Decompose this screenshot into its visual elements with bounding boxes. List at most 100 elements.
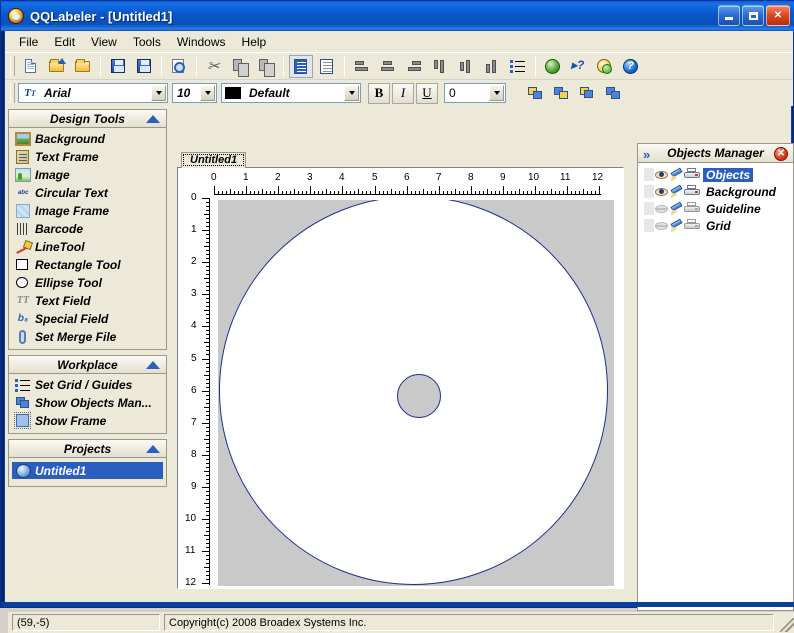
tool-rectangle[interactable]: Rectangle Tool: [9, 256, 166, 274]
design-tools-header[interactable]: Design Tools: [8, 109, 167, 128]
object-row-background[interactable]: Background: [638, 183, 793, 200]
workplace-show-objects-manager[interactable]: Show Objects Man...: [9, 394, 166, 412]
printer-icon[interactable]: [684, 168, 700, 181]
bring-forward-button[interactable]: [575, 82, 599, 105]
bold-button[interactable]: B: [368, 82, 390, 104]
new-document-button[interactable]: [19, 55, 43, 78]
main-toolbar: ✂ ▸? ?: [5, 52, 793, 79]
triangle-up-icon[interactable]: [146, 361, 160, 369]
tool-circular-text[interactable]: ᵃᵇᶜ Circular Text: [9, 184, 166, 202]
tool-special-field[interactable]: b₈ Special Field: [9, 310, 166, 328]
label-canvas[interactable]: [218, 200, 614, 586]
triangle-up-icon[interactable]: [146, 115, 160, 123]
menu-tools[interactable]: Tools: [125, 33, 169, 51]
chevron-down-icon[interactable]: [344, 85, 359, 101]
print-preview-button[interactable]: [167, 55, 191, 78]
object-row-guideline[interactable]: Guideline: [638, 200, 793, 217]
font-size-combo[interactable]: 10: [172, 83, 217, 103]
ruler-tick-minor: [218, 191, 219, 195]
tool-text-field[interactable]: TT Text Field: [9, 292, 166, 310]
tool-barcode[interactable]: Barcode: [9, 220, 166, 238]
tips-button[interactable]: [593, 55, 617, 78]
view-gray-button[interactable]: [315, 55, 339, 78]
workplace-show-frame[interactable]: Show Frame: [9, 411, 166, 430]
pencil-icon[interactable]: [668, 184, 684, 199]
document-tab[interactable]: Untitled1: [181, 152, 247, 168]
save-as-button[interactable]: [132, 55, 156, 78]
save-button[interactable]: [106, 55, 130, 78]
triangle-up-icon[interactable]: [146, 445, 160, 453]
eye-closed-icon[interactable]: [654, 202, 669, 215]
object-row-grid[interactable]: Grid: [638, 217, 793, 234]
align-top-button[interactable]: [428, 55, 452, 78]
tool-line[interactable]: LineTool: [9, 238, 166, 256]
copy-button[interactable]: [228, 55, 252, 78]
font-color-combo[interactable]: Default: [221, 83, 361, 103]
ruler-tick-minor: [583, 189, 584, 195]
minimize-button[interactable]: [718, 5, 740, 26]
ellipse-icon: [15, 276, 31, 291]
open-folder-button[interactable]: [71, 55, 95, 78]
tool-image[interactable]: Image: [9, 166, 166, 184]
cd-center-hole[interactable]: [397, 374, 441, 418]
send-backward-button[interactable]: [601, 82, 625, 105]
object-row-objects[interactable]: Objects: [638, 166, 793, 183]
about-button[interactable]: ?: [619, 55, 643, 78]
eye-open-icon[interactable]: [654, 185, 669, 198]
maximize-button[interactable]: [742, 5, 764, 26]
printer-icon[interactable]: [684, 185, 700, 198]
menu-windows[interactable]: Windows: [169, 33, 234, 51]
send-to-back-button[interactable]: [549, 82, 573, 105]
workplace-set-grid-guides[interactable]: Set Grid / Guides: [9, 376, 166, 394]
align-bottom-button[interactable]: [480, 55, 504, 78]
tool-image-frame[interactable]: Image Frame: [9, 202, 166, 220]
align-center-h-button[interactable]: [376, 55, 400, 78]
eye-open-icon[interactable]: [654, 168, 669, 181]
pencil-icon[interactable]: [668, 167, 684, 182]
menu-help[interactable]: Help: [234, 33, 275, 51]
window-controls: ✕: [718, 5, 790, 26]
toolbar-grip[interactable]: [10, 56, 15, 76]
ruler-tick-minor: [290, 191, 291, 195]
printer-gray-icon[interactable]: [684, 202, 700, 215]
workplace-header[interactable]: Workplace: [8, 355, 167, 374]
context-help-button[interactable]: ▸?: [567, 55, 591, 78]
view-list-button[interactable]: [289, 54, 313, 78]
cut-button[interactable]: ✂: [202, 55, 226, 78]
align-middle-button[interactable]: [454, 55, 478, 78]
close-circle-icon[interactable]: ✕: [774, 147, 788, 161]
distribute-button[interactable]: [506, 55, 530, 78]
eye-closed-icon[interactable]: [654, 219, 669, 232]
printer-gray-icon[interactable]: [684, 219, 700, 232]
italic-button[interactable]: I: [392, 82, 414, 104]
underline-button[interactable]: U: [416, 82, 438, 104]
menu-edit[interactable]: Edit: [46, 33, 83, 51]
menu-file[interactable]: File: [11, 33, 46, 51]
lightbulb-icon: [596, 58, 614, 75]
double-chevron-right-icon[interactable]: »: [643, 147, 650, 162]
tool-text-frame[interactable]: Text Frame: [9, 148, 166, 166]
open-document-button[interactable]: [45, 55, 69, 78]
chevron-down-icon[interactable]: [151, 85, 166, 101]
projects-header[interactable]: Projects: [8, 439, 167, 458]
paste-button[interactable]: [254, 55, 278, 78]
pencil-icon[interactable]: [668, 218, 684, 233]
pencil-icon[interactable]: [668, 201, 684, 216]
toolbar-grip[interactable]: [10, 83, 15, 103]
tool-ellipse[interactable]: Ellipse Tool: [9, 274, 166, 292]
menu-view[interactable]: View: [83, 33, 125, 51]
tool-set-merge-file[interactable]: Set Merge File: [9, 328, 166, 346]
chevron-down-icon[interactable]: [489, 85, 504, 101]
resize-grip-icon[interactable]: [780, 618, 794, 632]
ruler-tick-minor: [571, 191, 572, 195]
close-button[interactable]: ✕: [766, 5, 790, 26]
align-left-button[interactable]: [350, 55, 374, 78]
align-right-button[interactable]: [402, 55, 426, 78]
project-item-untitled1[interactable]: Untitled1: [12, 462, 163, 479]
rotation-combo[interactable]: 0: [444, 83, 506, 103]
chevron-down-icon[interactable]: [200, 85, 215, 101]
font-family-combo[interactable]: TT Arial: [18, 83, 168, 103]
bring-to-front-button[interactable]: [523, 82, 547, 105]
tool-background[interactable]: Background: [9, 130, 166, 148]
web-button[interactable]: [541, 55, 565, 78]
